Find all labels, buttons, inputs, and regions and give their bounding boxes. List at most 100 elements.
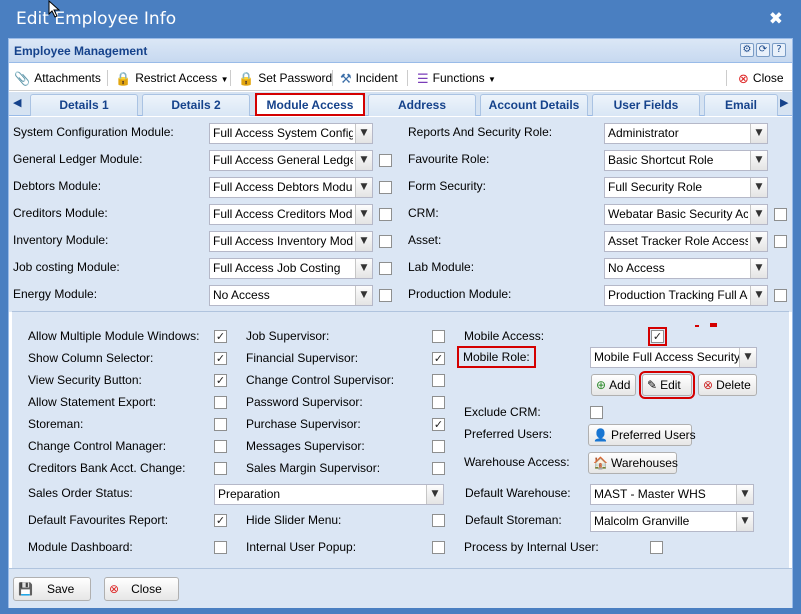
mobile-role-select[interactable]: Mobile Full Access Security ▼ (590, 347, 757, 368)
asset-select[interactable]: Asset Tracker Role Access ▼ (604, 231, 768, 252)
debtors-select[interactable]: Full Access Debtors Module ▼ (209, 177, 373, 198)
chevron-down-icon[interactable]: ▼ (355, 205, 372, 224)
default-favourites-report-checkbox[interactable] (214, 514, 227, 527)
chevron-down-icon[interactable]: ▼ (750, 232, 767, 251)
financial-supervisor-checkbox[interactable] (432, 352, 445, 365)
creditors-select[interactable]: Full Access Creditors Module ▼ (209, 204, 373, 225)
production-select[interactable]: Production Tracking Full Access▼ (604, 285, 768, 306)
refresh-icon[interactable]: ⟳ (756, 43, 770, 57)
attachments-button[interactable]: 📎 Attachments (14, 69, 101, 87)
general-ledger-select[interactable]: Full Access General Ledger ▼ (209, 150, 373, 171)
incident-button[interactable]: ⚒ Incident (340, 69, 398, 87)
job-costing-checkbox[interactable] (379, 262, 392, 275)
tab-account-details[interactable]: Account Details (480, 94, 588, 116)
settings-icon[interactable]: ⚙ (740, 43, 754, 57)
chevron-down-icon[interactable]: ▼ (355, 286, 372, 305)
edit-mobile-role-button[interactable]: ✎ Edit (639, 371, 695, 399)
functions-button[interactable]: ☰ Functions ▼ (417, 69, 496, 87)
tab-scroll-right-icon[interactable]: ▶ (780, 96, 788, 109)
add-mobile-role-button[interactable]: ⊕ Add (591, 374, 636, 396)
hide-slider-menu-checkbox[interactable] (432, 514, 445, 527)
job-costing-select[interactable]: Full Access Job Costing ▼ (209, 258, 373, 279)
energy-checkbox[interactable] (379, 289, 392, 302)
chevron-down-icon[interactable]: ▼ (750, 178, 767, 197)
tab-email[interactable]: Email (704, 94, 778, 116)
allow-multiple-windows-checkbox[interactable] (214, 330, 227, 343)
tab-module-access[interactable]: Module Access (255, 93, 365, 116)
crm-checkbox[interactable] (774, 208, 787, 221)
production-checkbox[interactable] (774, 289, 787, 302)
creditors-bank-change-checkbox[interactable] (214, 462, 227, 475)
option-label: Process by Internal User: (464, 540, 599, 554)
tab-details-1[interactable]: Details 1 (30, 94, 138, 116)
view-security-button-checkbox[interactable] (214, 374, 227, 387)
change-control-manager-checkbox[interactable] (214, 440, 227, 453)
change-control-supervisor-checkbox[interactable] (432, 374, 445, 387)
close-button[interactable]: ⊗ Close (104, 577, 179, 601)
asset-checkbox[interactable] (774, 235, 787, 248)
messages-supervisor-checkbox[interactable] (432, 440, 445, 453)
chevron-down-icon[interactable]: ▼ (355, 259, 372, 278)
delete-mobile-role-button[interactable]: ⊗ Delete (698, 374, 757, 396)
chevron-down-icon[interactable]: ▼ (736, 485, 753, 504)
restrict-access-button[interactable]: 🔒 Restrict Access ▼ (115, 69, 228, 87)
sales-margin-supervisor-checkbox[interactable] (432, 462, 445, 475)
storeman-checkbox[interactable] (214, 418, 227, 431)
chevron-down-icon[interactable]: ▼ (355, 178, 372, 197)
default-warehouse-select[interactable]: MAST - Master WHS ▼ (590, 484, 754, 505)
exclude-crm-label: Exclude CRM: (464, 405, 541, 419)
preferred-users-button[interactable]: 👤 Preferred Users (588, 424, 696, 446)
chevron-down-icon[interactable]: ▼ (355, 232, 372, 251)
chevron-down-icon[interactable]: ▼ (355, 124, 372, 143)
module-dashboard-checkbox[interactable] (214, 541, 227, 554)
crm-select[interactable]: Webatar Basic Security Access▼ (604, 204, 768, 225)
internal-user-popup-checkbox[interactable] (432, 541, 445, 554)
favourite-role-select[interactable]: Basic Shortcut Role ▼ (604, 150, 768, 171)
creditors-checkbox[interactable] (379, 208, 392, 221)
exclude-crm-checkbox[interactable] (590, 406, 603, 419)
close-toolbar-button[interactable]: ⊗ Close (738, 69, 784, 87)
inventory-checkbox[interactable] (379, 235, 392, 248)
password-supervisor-checkbox[interactable] (432, 396, 445, 409)
option-label: Hide Slider Menu: (246, 513, 342, 527)
chevron-down-icon[interactable]: ▼ (750, 205, 767, 224)
close-circle-icon: ⊗ (109, 582, 120, 596)
job-supervisor-checkbox[interactable] (432, 330, 445, 343)
warehouses-button[interactable]: 🏠 Warehouses (588, 452, 678, 474)
chevron-down-icon[interactable]: ▼ (736, 512, 753, 531)
set-password-button[interactable]: 🔒 Set Password (238, 69, 332, 87)
reports-security-role-select[interactable]: Administrator ▼ (604, 123, 768, 144)
debtors-checkbox[interactable] (379, 181, 392, 194)
mobile-access-checkbox[interactable] (648, 327, 667, 346)
help-icon[interactable]: ? (772, 43, 786, 57)
save-button[interactable]: 💾 Save (13, 577, 91, 601)
chevron-down-icon[interactable]: ▼ (750, 151, 767, 170)
window-close-icon[interactable]: ✖ (769, 9, 783, 29)
form-security-select[interactable]: Full Security Role ▼ (604, 177, 768, 198)
inventory-select[interactable]: Full Access Inventory Module▼ (209, 231, 373, 252)
purchase-supervisor-checkbox[interactable] (432, 418, 445, 431)
sales-order-status-select[interactable]: Preparation ▼ (214, 484, 444, 505)
module-label: Inventory Module: (13, 233, 109, 247)
tab-user-fields[interactable]: User Fields (592, 94, 700, 116)
chevron-down-icon[interactable]: ▼ (750, 259, 767, 278)
energy-select[interactable]: No Access ▼ (209, 285, 373, 306)
allow-statement-export-checkbox[interactable] (214, 396, 227, 409)
functions-icon: ☰ (417, 72, 429, 87)
tab-address[interactable]: Address (368, 94, 476, 116)
default-storeman-select[interactable]: Malcolm Granville ▼ (590, 511, 754, 532)
lab-select[interactable]: No Access ▼ (604, 258, 768, 279)
show-column-selector-checkbox[interactable] (214, 352, 227, 365)
general-ledger-checkbox[interactable] (379, 154, 392, 167)
chevron-down-icon[interactable]: ▼ (426, 485, 443, 504)
tab-scroll-left-icon[interactable]: ◀ (13, 96, 21, 109)
system-config-select[interactable]: Full Access System Config ▼ (209, 123, 373, 144)
chevron-down-icon[interactable]: ▼ (739, 348, 756, 367)
tab-details-2[interactable]: Details 2 (142, 94, 250, 116)
chevron-down-icon[interactable]: ▼ (750, 124, 767, 143)
chevron-down-icon[interactable]: ▼ (355, 151, 372, 170)
process-by-internal-user-checkbox[interactable] (650, 541, 663, 554)
close-circle-icon: ⊗ (738, 72, 749, 87)
chevron-down-icon[interactable]: ▼ (750, 286, 767, 305)
default-storeman-label: Default Storeman: (465, 513, 562, 527)
